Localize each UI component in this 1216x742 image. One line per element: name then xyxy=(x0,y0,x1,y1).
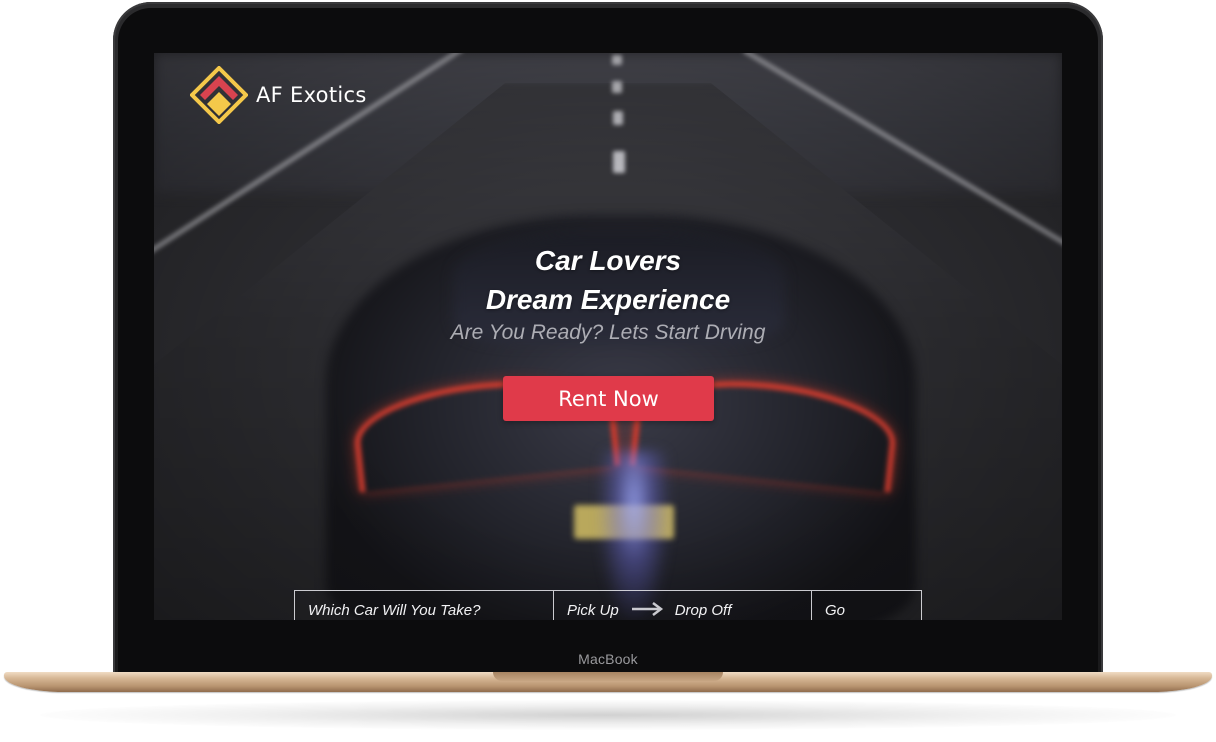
car-select-placeholder: Which Car Will You Take? xyxy=(308,602,481,619)
hero-title-line2: Dream Experience xyxy=(485,284,731,315)
booking-search-bar: Which Car Will You Take? Pick Up Drop Of… xyxy=(294,590,922,620)
dropoff-label: Drop Off xyxy=(674,602,732,619)
pickup-label: Pick Up xyxy=(567,602,619,619)
hero-section: Car Lovers Dream Experience Are You Read… xyxy=(154,241,1062,345)
car-select-field[interactable]: Which Car Will You Take? xyxy=(295,591,553,620)
brand-name: AF Exotics xyxy=(256,83,367,107)
rent-now-button[interactable]: Rent Now xyxy=(503,376,714,421)
hero-subtitle: Are You Ready? Lets Start Drving xyxy=(450,321,766,344)
device-brand-label: MacBook xyxy=(578,651,638,667)
diamond-logo-icon xyxy=(190,66,248,124)
arrow-right-icon xyxy=(631,601,664,620)
go-label: Go xyxy=(825,602,846,619)
go-button[interactable]: Go xyxy=(811,591,921,620)
site-logo[interactable]: AF Exotics xyxy=(190,66,367,124)
laptop-opening-notch xyxy=(493,672,723,681)
dates-field[interactable]: Pick Up Drop Off xyxy=(553,591,811,620)
hero-title-line1: Car Lovers xyxy=(534,245,682,276)
website-screen: AF Exotics Car Lovers Dream Experience A… xyxy=(154,53,1062,620)
hero-title: Car Lovers Dream Experience xyxy=(154,241,1062,319)
device-shadow xyxy=(40,700,1176,730)
